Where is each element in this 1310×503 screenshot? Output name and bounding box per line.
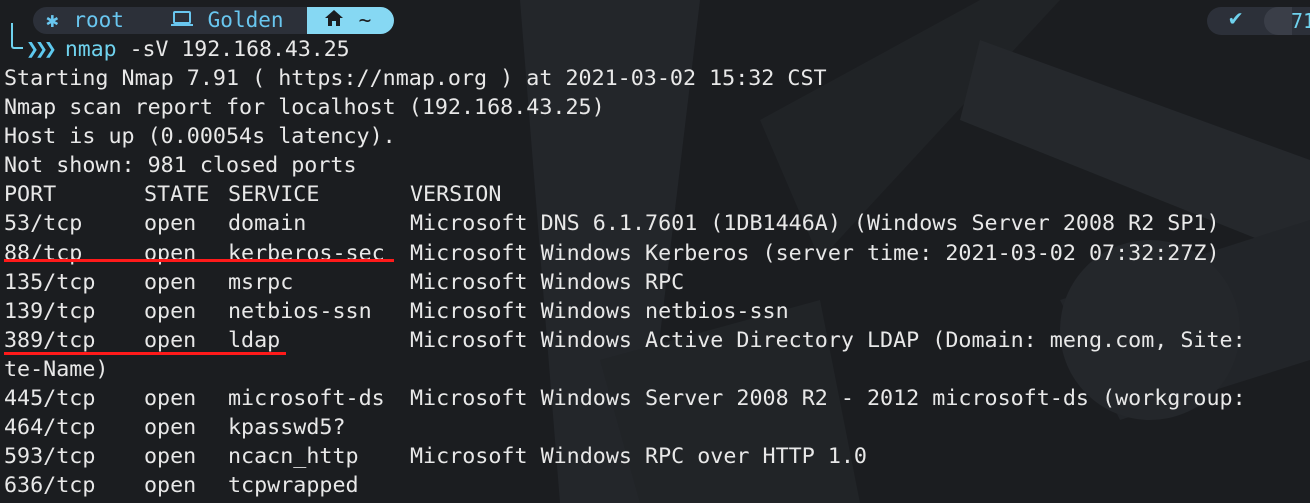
table-header: PORT STATE SERVICE VERSION: [4, 180, 1246, 209]
prompt-dir-segment: ~: [307, 7, 394, 34]
intro-line: Nmap scan report for localhost (192.168.…: [4, 95, 605, 121]
header-state: STATE: [144, 182, 210, 208]
row-service: ldap: [228, 327, 281, 353]
annotation-underline-ldap: [4, 352, 286, 355]
header-port: PORT: [4, 182, 57, 208]
prompt-host-segment: Golden: [157, 7, 307, 34]
command-line[interactable]: ❯❯❯ nmap -sV 192.168.43.25: [26, 35, 350, 64]
row-version: Microsoft Windows Kerberos (server time:…: [410, 240, 1220, 266]
row-state: open: [144, 298, 197, 324]
header-service: SERVICE: [228, 182, 320, 208]
prompt-host: Golden: [207, 8, 284, 32]
row-version: Microsoft DNS 6.1.7601 (1DB1446A) (Windo…: [410, 211, 1220, 237]
status-number: 71: [1291, 9, 1310, 33]
prompt-status-segment: ✔ 71: [1207, 6, 1310, 35]
intro-line: Starting Nmap 7.91 ( https://nmap.org ) …: [4, 66, 827, 91]
laptop-icon: [171, 7, 193, 34]
intro-line: Host is up (0.00054s latency).: [4, 124, 396, 150]
row-state: open: [144, 211, 197, 237]
table-row: 389/tcp open ldap Microsoft Windows Active …: [4, 326, 1246, 355]
row-state: open: [144, 415, 197, 441]
prompt-dir: ~: [358, 8, 372, 32]
status-divider: [1264, 7, 1292, 35]
row-state: open: [144, 240, 197, 266]
row-service: kerberos-sec: [228, 240, 385, 266]
table-row: 135/tcp open msrpc Microsoft Windows RPC: [4, 268, 1246, 297]
gear-icon: ✱: [46, 8, 59, 32]
row-version: Microsoft Windows netbios-ssn: [410, 298, 789, 324]
home-icon: [324, 7, 344, 34]
row-service: kpasswd5?: [228, 415, 346, 441]
annotation-underline-kerberos: [4, 259, 394, 262]
check-icon: ✔: [1229, 6, 1243, 31]
row-service: netbios-ssn: [228, 298, 372, 324]
header-version: VERSION: [410, 182, 502, 208]
table-row: 88/tcp open kerberos-sec Microsoft Windows …: [4, 239, 1246, 268]
command-args: -sV 192.168.43.25: [116, 37, 350, 62]
row-state: open: [144, 327, 197, 353]
row-service: domain: [228, 211, 307, 237]
row-port: 464/tcp: [4, 415, 96, 441]
prompt-corner-line: [11, 23, 23, 49]
row-port: 593/tcp: [4, 444, 96, 470]
table-row: 53/tcp open domain Microsoft DNS 6.1.7601 (…: [4, 209, 1246, 238]
row-port: 53/tcp: [4, 211, 83, 237]
table-row: 139/tcp open netbios-ssn Microsoft Windows …: [4, 297, 1246, 326]
row-service: ncacn_http: [228, 444, 359, 470]
intro-line: Not shown: 981 closed ports: [4, 153, 357, 179]
row-state: open: [144, 473, 197, 499]
row-state: open: [144, 386, 197, 412]
table-row: 464/tcp open kpasswd5?: [4, 413, 1246, 442]
row-version: Microsoft Windows RPC over HTTP 1.0: [410, 444, 867, 470]
row-port: 88/tcp: [4, 240, 83, 266]
row-port: 389/tcp: [4, 327, 96, 353]
table-row: 445/tcp open microsoft-ds Microsoft Windows…: [4, 384, 1246, 413]
table-row: 593/tcp open ncacn_http Microsoft Windows R…: [4, 442, 1246, 471]
row-port: 135/tcp: [4, 269, 96, 295]
wrapped-line: te-Name): [4, 355, 1246, 384]
prompt-user-segment: ✱ root: [33, 7, 157, 34]
row-port: 445/tcp: [4, 386, 96, 412]
command-name: nmap: [64, 37, 117, 62]
table-row: 636/tcp open tcpwrapped: [4, 471, 1246, 500]
row-state: open: [144, 269, 197, 295]
terminal-output: Starting Nmap 7.91 ( https://nmap.org ) …: [4, 64, 1246, 500]
row-version: Microsoft Windows Server 2008 R2 - 2012 …: [410, 386, 1246, 412]
prompt-user: root: [73, 8, 124, 32]
prompt-arrows-icon: ❯❯❯: [26, 37, 57, 62]
row-version: Microsoft Windows Active Directory LDAP …: [410, 327, 1246, 353]
row-state: open: [144, 444, 197, 470]
wrapped-text: te-Name): [4, 356, 109, 382]
row-port: 636/tcp: [4, 473, 96, 499]
row-port: 139/tcp: [4, 298, 96, 324]
row-version: Microsoft Windows RPC: [410, 269, 685, 295]
row-service: tcpwrapped: [228, 473, 359, 499]
row-service: msrpc: [228, 269, 294, 295]
row-service: microsoft-ds: [228, 386, 385, 412]
